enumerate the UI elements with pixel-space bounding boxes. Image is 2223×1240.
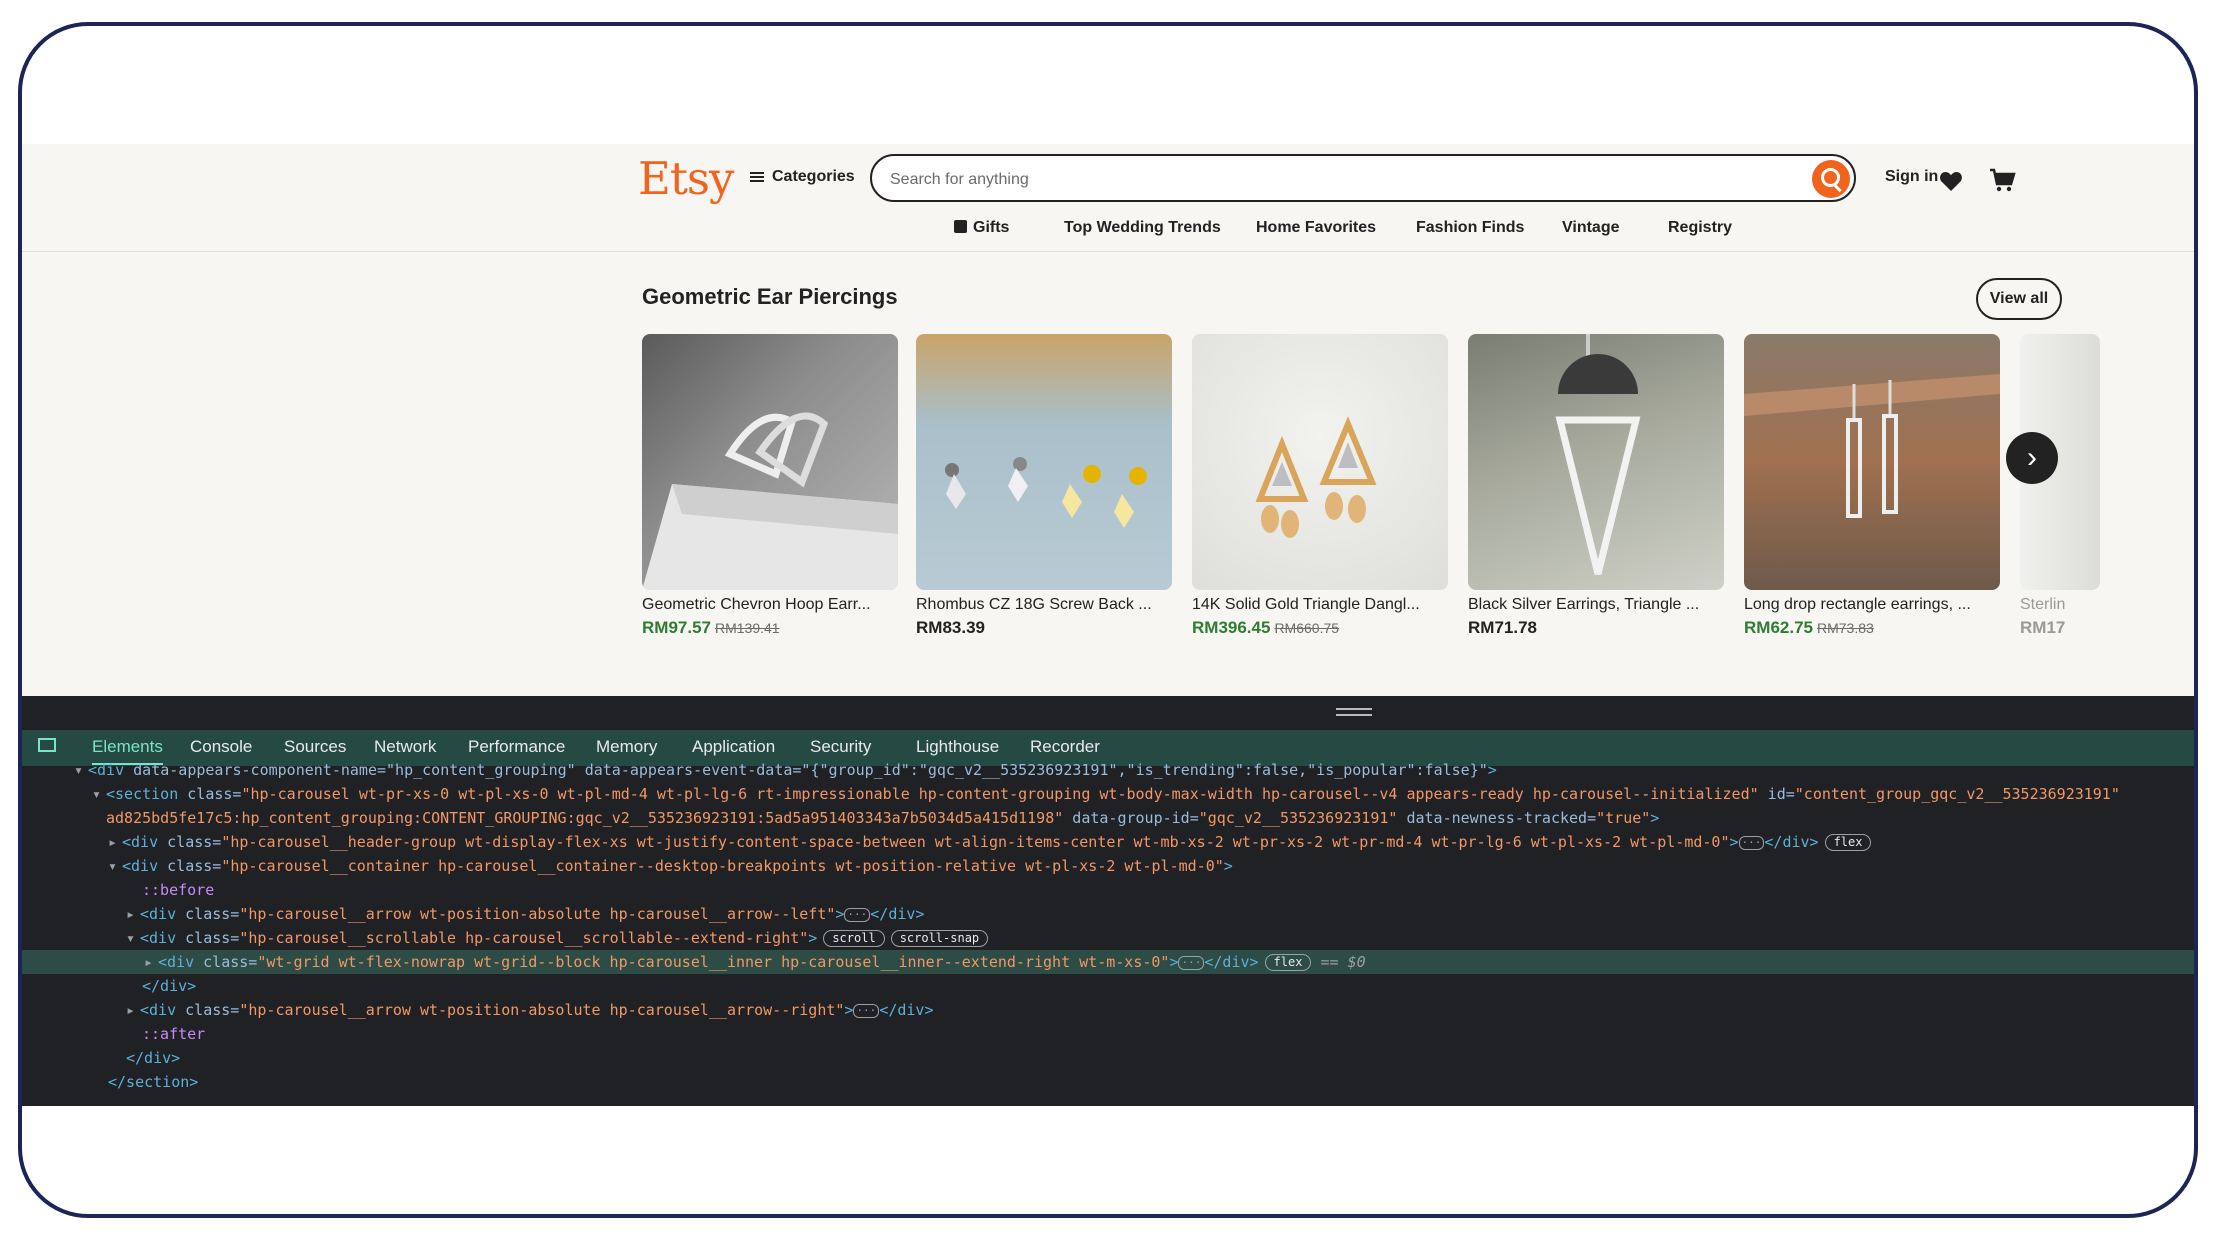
product-card[interactable]: Geometric Chevron Hoop Earr... RM97.57 RM… xyxy=(642,334,898,638)
view-all-button[interactable]: View all xyxy=(1976,278,2062,320)
heart-icon[interactable] xyxy=(1938,170,1964,192)
product-price: RM62.75 RM73.83 xyxy=(1744,618,1874,637)
search-icon xyxy=(1821,168,1840,187)
device-toolbar-icon[interactable] xyxy=(38,738,56,752)
product-title[interactable]: 14K Solid Gold Triangle Dangl... xyxy=(1192,596,1448,614)
tab-sources[interactable]: Sources xyxy=(284,737,346,757)
dom-node-selected[interactable]: ▸ <div class="wt-grid wt-flex-nowrap wt-g… xyxy=(22,950,2194,974)
tab-memory[interactable]: Memory xyxy=(596,737,657,757)
product-card[interactable]: Sterlin RM17 xyxy=(2020,334,2100,638)
screenshot-frame: Etsy Categories Sign in Gifts Top Weddin… xyxy=(18,22,2198,1218)
product-card[interactable]: 14K Solid Gold Triangle Dangl... RM396.4… xyxy=(1192,334,1448,638)
gift-icon xyxy=(954,220,967,233)
tab-console[interactable]: Console xyxy=(190,737,252,757)
product-title[interactable]: Long drop rectangle earrings, ... xyxy=(1744,596,2000,614)
dom-close-tag[interactable]: </div> xyxy=(22,974,2194,998)
product-card[interactable]: Black Silver Earrings, Triangle ... RM71… xyxy=(1468,334,1724,638)
carousel-next-button[interactable]: › xyxy=(2006,432,2058,484)
nav-item-fashion-finds[interactable]: Fashion Finds xyxy=(1416,219,1524,237)
product-price: RM17 xyxy=(2020,618,2066,637)
tab-application[interactable]: Application xyxy=(692,737,775,757)
dom-node[interactable]: ▸ <div class="hp-carousel__arrow wt-posit… xyxy=(22,902,2194,926)
section-title: Geometric Ear Piercings xyxy=(642,284,898,309)
search-button[interactable] xyxy=(1812,160,1850,198)
product-price: RM396.45 RM660.75 xyxy=(1192,618,1340,637)
dom-node-continued: ad825bd5fe17c5:hp_content_grouping:CONTE… xyxy=(106,809,1660,827)
categories-button[interactable]: Categories xyxy=(750,168,855,186)
etsy-logo[interactable]: Etsy xyxy=(638,152,734,205)
search-input[interactable] xyxy=(888,167,1792,193)
product-price: RM71.78 xyxy=(1468,618,1537,637)
product-card[interactable]: Long drop rectangle earrings, ... RM62.7… xyxy=(1744,334,2000,638)
product-image[interactable] xyxy=(916,334,1172,590)
pseudo-element[interactable]: ::before xyxy=(22,878,2194,902)
product-image[interactable] xyxy=(642,334,898,590)
nav-item-gifts[interactable]: Gifts xyxy=(954,219,1009,237)
chevron-right-icon: › xyxy=(2027,441,2037,474)
tab-recorder[interactable]: Recorder xyxy=(1030,737,1100,757)
product-price: RM83.39 xyxy=(916,618,985,637)
dom-node[interactable]: ▾ <div class="hp-carousel__container hp-c… xyxy=(22,854,2194,878)
dom-node[interactable]: ▾ <section class="hp-carousel wt-pr-xs-0 … xyxy=(22,782,2194,806)
menu-icon xyxy=(750,172,764,182)
dom-node[interactable]: ▸ <div class="hp-carousel__header-group w… xyxy=(22,830,2194,854)
tab-performance[interactable]: Performance xyxy=(468,737,565,757)
dom-node[interactable]: ▾ <div class="hp-carousel__scrollable hp-… xyxy=(22,926,2194,950)
tab-security[interactable]: Security xyxy=(810,737,871,757)
tab-network[interactable]: Network xyxy=(374,737,436,757)
dom-node[interactable]: ▸ <div class="hp-carousel__arrow wt-posit… xyxy=(22,998,2194,1022)
header-divider xyxy=(22,251,2194,252)
pseudo-element[interactable]: ::after xyxy=(22,1022,2194,1046)
elements-tree: ▾ <div data-appears-component-name="hp_co… xyxy=(22,761,2194,1108)
product-title[interactable]: Sterlin xyxy=(2020,596,2100,614)
tab-lighthouse[interactable]: Lighthouse xyxy=(916,737,999,757)
product-image[interactable] xyxy=(1468,334,1724,590)
sign-in-link[interactable]: Sign in xyxy=(1885,168,1938,186)
product-card[interactable]: Rhombus CZ 18G Screw Back ... RM83.39 xyxy=(916,334,1172,638)
nav-item-home-favorites[interactable]: Home Favorites xyxy=(1256,219,1376,237)
product-image[interactable] xyxy=(1192,334,1448,590)
dom-close-tag[interactable]: </section> xyxy=(22,1070,2194,1094)
screen: Etsy Categories Sign in Gifts Top Weddin… xyxy=(22,144,2194,1124)
devtools-panel: Elements Console Sources Network Perform… xyxy=(22,696,2194,1108)
product-image[interactable] xyxy=(1744,334,2000,590)
nav-item-vintage[interactable]: Vintage xyxy=(1562,219,1620,237)
nav-item-top-wedding-trends[interactable]: Top Wedding Trends xyxy=(1064,219,1221,237)
product-title[interactable]: Geometric Chevron Hoop Earr... xyxy=(642,596,898,614)
search-bar xyxy=(870,154,1856,202)
product-price: RM97.57 RM139.41 xyxy=(642,618,780,637)
etsy-page: Etsy Categories Sign in Gifts Top Weddin… xyxy=(22,144,2194,696)
categories-label: Categories xyxy=(772,168,855,185)
product-title[interactable]: Black Silver Earrings, Triangle ... xyxy=(1468,596,1724,614)
cart-icon[interactable] xyxy=(1988,166,2016,194)
nav-item-registry[interactable]: Registry xyxy=(1668,219,1732,237)
resize-handle[interactable] xyxy=(1336,708,1372,716)
product-title[interactable]: Rhombus CZ 18G Screw Back ... xyxy=(916,596,1172,614)
dom-close-tag[interactable]: </div> xyxy=(22,1046,2194,1070)
tab-elements[interactable]: Elements xyxy=(92,737,163,765)
dom-node[interactable]: ▾ <div data-appears-component-name="hp_co… xyxy=(22,758,2194,782)
